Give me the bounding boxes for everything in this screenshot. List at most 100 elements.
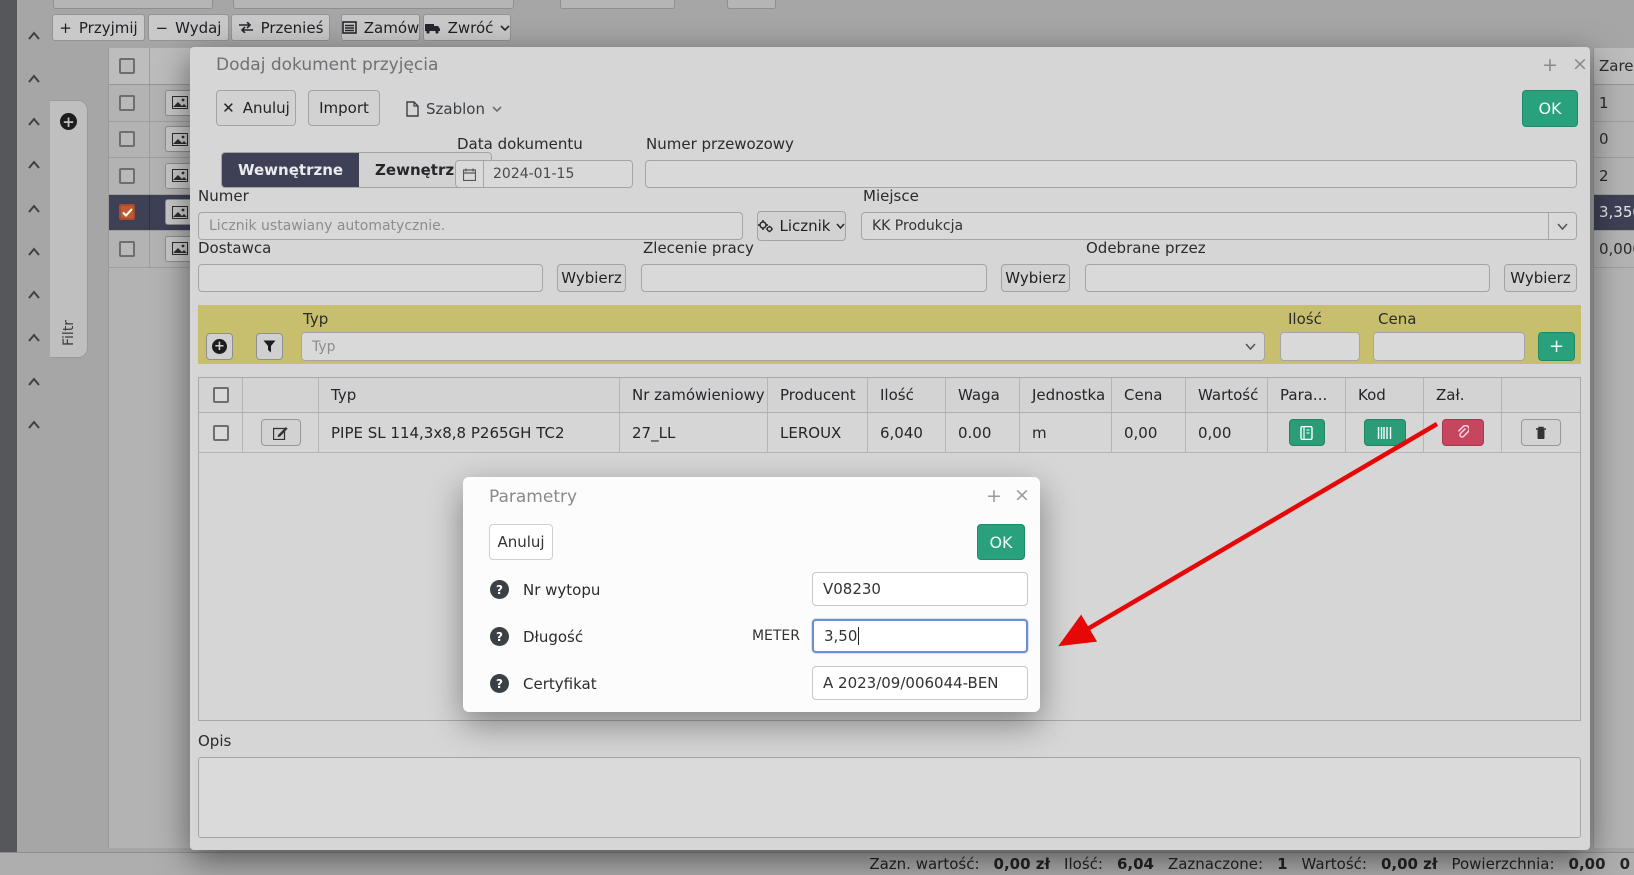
chevron-down-icon <box>492 106 502 112</box>
item-type: PIPE SL 114,3x8,8 P265GH TC2 <box>319 413 620 452</box>
calendar-icon <box>456 161 484 187</box>
ok-button[interactable]: OK <box>1522 90 1578 127</box>
row-checkbox[interactable] <box>119 58 135 74</box>
number-input[interactable] <box>198 212 743 240</box>
row-checkbox[interactable] <box>119 131 135 147</box>
band-add-button[interactable]: + <box>1538 332 1575 361</box>
shipping-number-input[interactable] <box>645 160 1577 188</box>
row-checkbox[interactable] <box>119 241 135 257</box>
parameters-modal: Parametry + × Anuluj OK ? Nr wytopu ? Dł… <box>463 477 1040 712</box>
table-row[interactable] <box>109 122 196 159</box>
reserved-cell: 1 <box>1594 85 1634 122</box>
chevron-up-icon[interactable] <box>20 110 48 132</box>
receive-button[interactable]: +Przyjmij <box>52 14 145 41</box>
row-checkbox[interactable] <box>213 425 229 441</box>
row-checkbox-checked[interactable] <box>119 204 135 220</box>
template-button[interactable]: Szablon <box>406 98 502 120</box>
move-button[interactable]: Przenieś <box>231 14 330 41</box>
band-price-input[interactable] <box>1373 332 1525 361</box>
column-header[interactable]: Typ <box>319 378 620 412</box>
close-icon[interactable]: × <box>1572 55 1588 74</box>
column-header[interactable]: Cena <box>1112 378 1186 412</box>
add-position-button[interactable]: + <box>206 333 233 360</box>
return-button[interactable]: Zwróć <box>423 14 511 41</box>
chevron-up-icon[interactable] <box>20 283 48 305</box>
certificate-input[interactable] <box>812 666 1028 700</box>
select-all-checkbox[interactable] <box>213 387 229 403</box>
table-row[interactable] <box>109 231 196 268</box>
help-icon[interactable]: ? <box>490 674 509 693</box>
table-row-selected[interactable] <box>109 195 196 232</box>
chevron-up-icon[interactable] <box>20 153 48 175</box>
chevron-up-icon[interactable] <box>20 67 48 89</box>
trash-icon <box>1535 426 1547 440</box>
row-checkbox[interactable] <box>119 95 135 111</box>
barcode-button[interactable] <box>1364 419 1406 446</box>
work-order-choose-button[interactable]: Wybierz <box>1001 264 1070 292</box>
column-header[interactable]: Ilość <box>868 378 946 412</box>
band-qty-input[interactable] <box>1280 332 1360 361</box>
column-header[interactable]: Zał. <box>1424 378 1502 412</box>
supplier-label: Dostawca <box>198 239 271 257</box>
modal-title: Dodaj dokument przyjęcia <box>216 55 438 75</box>
place-select[interactable]: KK Produkcja <box>861 212 1577 240</box>
column-header[interactable]: Wartość <box>1186 378 1268 412</box>
row-checkbox[interactable] <box>119 168 135 184</box>
chevron-up-icon[interactable] <box>20 326 48 348</box>
counter-button[interactable]: Licznik <box>757 211 846 241</box>
cross-icon: ✕ <box>222 99 235 117</box>
tab-internal[interactable]: Wewnętrzne <box>222 153 359 187</box>
import-button[interactable]: Import <box>308 90 380 126</box>
filter-type-button[interactable] <box>256 333 283 360</box>
chevron-up-icon[interactable] <box>20 240 48 262</box>
reserved-cell: 2 <box>1594 158 1634 195</box>
edit-row-button[interactable] <box>261 419 301 446</box>
expand-icon[interactable]: + <box>1542 56 1558 75</box>
delete-row-button[interactable] <box>1521 419 1561 446</box>
column-header[interactable]: Kod <box>1346 378 1424 412</box>
column-header[interactable]: Nr zamówieniowy <box>620 378 768 412</box>
item-price: 0,00 <box>1112 413 1186 452</box>
received-by-input[interactable] <box>1085 264 1490 292</box>
barcode-icon <box>1377 427 1393 439</box>
params-cancel-button[interactable]: Anuluj <box>489 524 553 560</box>
supplier-choose-button[interactable]: Wybierz <box>557 264 626 292</box>
length-input[interactable]: 3,50 <box>812 619 1028 653</box>
attachment-button[interactable] <box>1442 419 1484 446</box>
heat-number-input[interactable] <box>812 572 1028 606</box>
band-type-input[interactable]: Typ <box>301 332 1265 361</box>
column-header[interactable]: Producent <box>768 378 868 412</box>
work-order-input[interactable] <box>641 264 987 292</box>
background-filter-input <box>727 0 776 9</box>
background-filter-input <box>53 0 213 9</box>
received-by-choose-button[interactable]: Wybierz <box>1504 264 1577 292</box>
help-icon[interactable]: ? <box>490 627 509 646</box>
parameters-button[interactable] <box>1289 419 1325 446</box>
column-header[interactable]: Jednostka <box>1020 378 1112 412</box>
issue-button[interactable]: −Wydaj <box>148 14 229 41</box>
place-label: Miejsce <box>863 187 919 205</box>
status-label: Powierzchnia: <box>1451 855 1554 873</box>
chevron-down-icon <box>1548 213 1576 239</box>
column-header[interactable]: Para... <box>1268 378 1346 412</box>
date-input[interactable]: 2024-01-15 <box>455 160 633 188</box>
supplier-input[interactable] <box>198 264 543 292</box>
chevron-up-icon[interactable] <box>20 24 48 46</box>
close-icon[interactable]: × <box>1014 486 1030 505</box>
params-ok-button[interactable]: OK <box>977 524 1025 560</box>
length-label: Długość <box>523 628 583 646</box>
table-row[interactable] <box>109 158 196 195</box>
filter-side-tab[interactable]: + Filtr <box>50 100 88 358</box>
chevron-up-icon[interactable] <box>20 370 48 392</box>
chevron-up-icon[interactable] <box>20 197 48 219</box>
table-row <box>109 48 196 85</box>
cancel-button[interactable]: ✕ Anuluj <box>216 90 296 126</box>
description-label: Opis <box>198 732 231 750</box>
order-button[interactable]: Zamów <box>341 14 420 41</box>
help-icon[interactable]: ? <box>490 580 509 599</box>
chevron-up-icon[interactable] <box>20 413 48 435</box>
table-row[interactable] <box>109 85 196 122</box>
expand-icon[interactable]: + <box>986 487 1002 506</box>
description-textarea[interactable] <box>198 757 1581 838</box>
column-header[interactable]: Waga <box>946 378 1020 412</box>
